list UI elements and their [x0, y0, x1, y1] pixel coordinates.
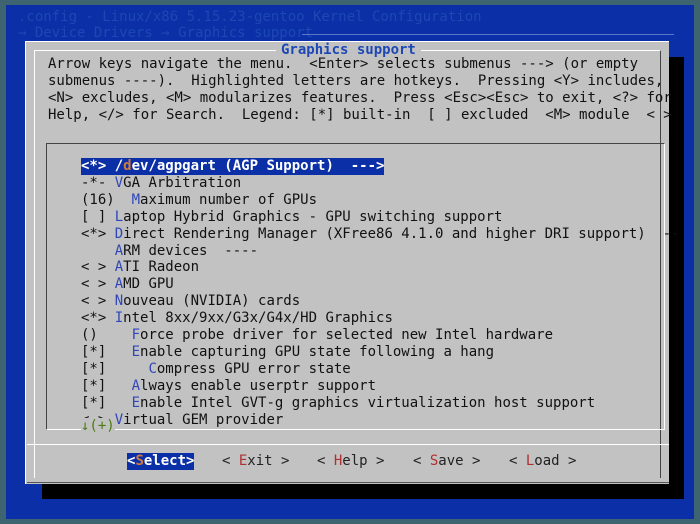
menu-item[interactable]: <*> /dev/agpgart (AGP Support) --->	[81, 158, 385, 175]
window-title: .config - Linux/x86 5.15.23-gentoo Kerne…	[18, 9, 482, 25]
hotkey-letter: V	[114, 174, 124, 191]
dialog-bottom-edge	[27, 482, 669, 483]
item-text: <*> /	[81, 158, 124, 174]
item-text: lways enable userptr support	[140, 377, 377, 394]
item-text: < >	[81, 259, 115, 276]
button-separator	[27, 444, 669, 445]
item-text: <*>	[81, 310, 115, 327]
item-text: aximum number of GPUs	[140, 191, 318, 208]
menu-item[interactable]: [*] Enable Intel GVT-g graphics virtuali…	[81, 395, 595, 412]
hotkey-letter: M	[131, 191, 141, 208]
item-text: TI Radeon	[123, 259, 200, 276]
menu-item[interactable]: <*> Direct Rendering Manager (XFree86 4.…	[81, 226, 679, 243]
hotkey-letter: A	[114, 242, 124, 259]
item-text: [ ]	[81, 208, 115, 225]
item-text: ouveau (NVIDIA) cards	[123, 293, 301, 310]
breadcrumb: → Device Drivers → Graphics support	[18, 25, 314, 41]
item-text: RM devices ----	[123, 242, 259, 259]
item-text: xit >	[247, 453, 290, 469]
button-select[interactable]: <Select>	[127, 453, 195, 470]
menu-item[interactable]: [ ] Laptop Hybrid Graphics - GPU switchi…	[81, 209, 502, 226]
item-text: ave >	[438, 453, 481, 469]
menu-item[interactable]: [*] Always enable userptr support	[81, 378, 376, 395]
item-text: <	[317, 453, 334, 469]
item-text: -*-	[81, 174, 115, 191]
hotkey-letter: V	[114, 411, 124, 428]
menu-item[interactable]: < > ATI Radeon	[81, 259, 199, 276]
menu-item[interactable]: <*> Intel 8xx/9xx/G3x/G4x/HD Graphics	[81, 310, 393, 327]
item-text: <*>	[81, 225, 115, 242]
item-text: nable Intel GVT-g graphics virtualizatio…	[140, 394, 596, 411]
help-text: Arrow keys navigate the menu. <Enter> se…	[48, 56, 639, 72]
hotkey-letter: d	[123, 158, 132, 174]
button-save[interactable]: < Save >	[413, 453, 480, 470]
item-text: [*]	[81, 343, 132, 360]
help-text: <N> excludes, <M> modularizes features. …	[48, 90, 672, 106]
menu-item[interactable]: < > AMD GPU	[81, 276, 174, 293]
menu-item[interactable]: [*] Enable capturing GPU state following…	[81, 344, 494, 361]
more-indicator: ↓(+)	[81, 418, 115, 435]
item-text: [*]	[81, 360, 149, 377]
button-exit[interactable]: < Exit >	[222, 453, 289, 470]
hotkey-letter: S	[135, 453, 144, 469]
item-text: ev/agpgart (AGP Support) --->	[131, 158, 385, 174]
dialog-shadow-bottom	[42, 483, 684, 499]
hotkey-letter: C	[148, 360, 157, 377]
item-text: < >	[81, 276, 115, 293]
help-text: Help, </> for Search. Legend: [*] built-…	[48, 107, 672, 123]
item-text: < >	[81, 293, 115, 310]
terminal-window: .config - Linux/x86 5.15.23-gentoo Kerne…	[0, 0, 700, 524]
menu-item[interactable]: (16) Maximum number of GPUs	[81, 192, 317, 209]
item-text: irect Rendering Manager (XFree86 4.1.0 a…	[123, 225, 680, 242]
item-text: ntel 8xx/9xx/G3x/G4x/HD Graphics	[123, 310, 393, 327]
item-text: orce probe driver for selected new Intel…	[140, 327, 554, 343]
help-text: submenus ----). Highlighted letters are …	[48, 73, 664, 89]
hotkey-letter: F	[131, 327, 141, 343]
hotkey-letter: L	[114, 208, 124, 225]
hotkey-letter: A	[114, 276, 124, 293]
hotkey-letter: A	[114, 259, 124, 276]
menu-item[interactable]: < > Nouveau (NVIDIA) cards	[81, 293, 300, 310]
item-text: <	[509, 453, 526, 469]
menu-item[interactable]: () Force probe driver for selected new I…	[81, 327, 553, 344]
item-text: aptop Hybrid Graphics - GPU switching su…	[123, 208, 503, 225]
button-help[interactable]: < Help >	[317, 453, 384, 470]
hotkey-letter: A	[131, 377, 141, 394]
item-text: elp >	[342, 453, 385, 469]
item-text: [*]	[81, 377, 132, 394]
hotkey-letter: I	[114, 310, 124, 327]
item-text: ompress GPU error state	[156, 360, 351, 377]
item-text: (16)	[81, 191, 132, 208]
item-text: oad >	[534, 453, 577, 469]
item-text: MD GPU	[123, 276, 174, 293]
item-text	[81, 243, 115, 259]
menu-item[interactable]: -*- VGA Arbitration	[81, 175, 241, 192]
button-load[interactable]: < Load >	[509, 453, 576, 470]
item-text: <	[222, 453, 239, 469]
item-text: GA Arbitration	[123, 174, 242, 191]
item-text: ()	[81, 327, 132, 343]
menu-item[interactable]: ARM devices ----	[81, 243, 258, 260]
menu-item[interactable]: [*] Compress GPU error state	[81, 361, 351, 378]
breadcrumb-rule	[302, 34, 674, 35]
hotkey-letter: D	[114, 225, 124, 242]
item-text: [*]	[81, 394, 132, 411]
config-dialog: Graphics support Arrow keys navigate the…	[25, 41, 679, 484]
item-text: nable capturing GPU state following a ha…	[140, 343, 495, 360]
hotkey-letter: E	[131, 394, 141, 411]
item-text: irtual GEM provider	[123, 411, 284, 428]
item-text: elect>	[143, 453, 195, 469]
item-text: <	[413, 453, 430, 469]
menuconfig-screen: .config - Linux/x86 5.15.23-gentoo Kerne…	[6, 5, 694, 519]
hotkey-letter: N	[114, 293, 124, 310]
hotkey-letter: E	[131, 343, 141, 360]
